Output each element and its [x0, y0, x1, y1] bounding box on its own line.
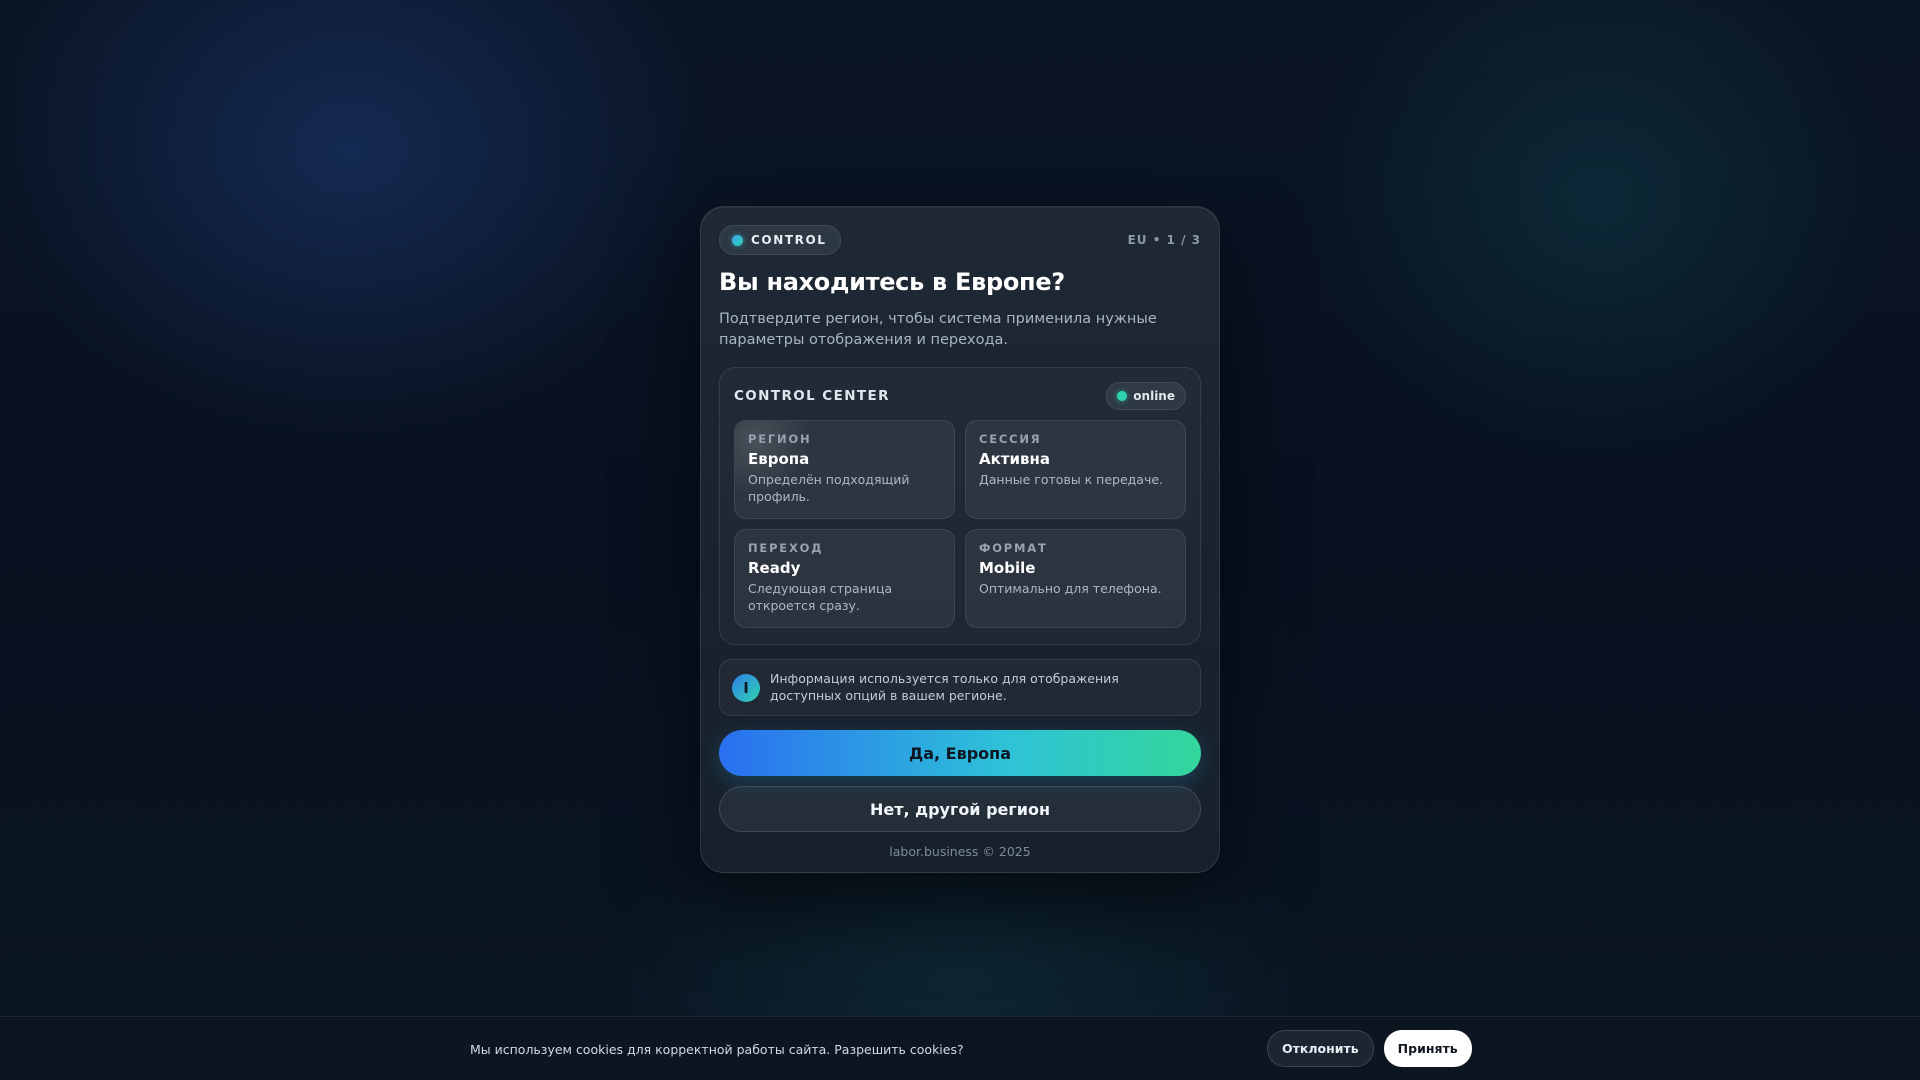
- tile-label: ФОРМАТ: [979, 541, 1048, 555]
- region-modal: CONTROL EU • 1 / 3 Вы находитесь в Европ…: [700, 206, 1220, 873]
- tile-transition: ПЕРЕХОД Ready Следующая страница откроет…: [734, 529, 955, 628]
- confirm-europe-button[interactable]: Да, Европа: [719, 730, 1201, 776]
- tile-value: Ready: [748, 559, 801, 577]
- tile-description: Оптимально для телефона.: [979, 581, 1162, 596]
- info-notice: I Информация используется только для ото…: [719, 659, 1201, 716]
- modal-title: Вы находитесь в Европе?: [719, 268, 1065, 296]
- cookie-accept-button[interactable]: Принять: [1383, 1030, 1472, 1067]
- tile-description: Следующая страница откроется сразу.: [748, 581, 893, 613]
- online-dot-icon: [1117, 391, 1128, 401]
- tile-description: Определён подходящий профиль.: [748, 472, 910, 504]
- panel-header: CONTROL CENTER online: [734, 382, 1186, 410]
- info-icon: I: [732, 673, 760, 702]
- info-text: Информация используется только для отобр…: [770, 671, 1119, 703]
- tile-value: Mobile: [979, 559, 1036, 577]
- online-status-label: online: [1133, 389, 1175, 403]
- control-badge-label: CONTROL: [751, 233, 827, 247]
- cookie-decline-button[interactable]: Отклонить: [1267, 1030, 1374, 1067]
- tile-region: РЕГИОН Европа Определён подходящий профи…: [734, 420, 955, 519]
- step-indicator: EU • 1 / 3: [1127, 233, 1201, 247]
- tile-value: Активна: [979, 450, 1050, 468]
- info-tiles-grid: РЕГИОН Европа Определён подходящий профи…: [734, 420, 1186, 628]
- tile-format: ФОРМАТ Mobile Оптимально для телефона.: [965, 529, 1186, 628]
- tile-label: ПЕРЕХОД: [748, 541, 824, 555]
- modal-header: CONTROL EU • 1 / 3: [719, 225, 1201, 255]
- online-status-badge: online: [1106, 382, 1186, 410]
- tile-label: РЕГИОН: [748, 432, 812, 446]
- control-center-panel: CONTROL CENTER online РЕГИОН Европа Опре…: [719, 367, 1201, 645]
- modal-footer: labor.business © 2025: [889, 844, 1031, 859]
- control-badge: CONTROL: [719, 225, 841, 255]
- tile-session: СЕССИЯ Активна Данные готовы к передаче.: [965, 420, 1186, 519]
- other-region-button[interactable]: Нет, другой регион: [719, 786, 1201, 832]
- cookie-actions: Отклонить Принять: [1267, 1030, 1472, 1067]
- status-dot-icon: [732, 234, 743, 246]
- cookie-text: Мы используем cookies для корректной раб…: [470, 1041, 964, 1057]
- cookie-banner: Мы используем cookies для корректной раб…: [0, 1016, 1920, 1080]
- panel-title: CONTROL CENTER: [734, 388, 890, 404]
- tile-description: Данные готовы к передаче.: [979, 472, 1164, 487]
- modal-subtitle: Подтвердите регион, чтобы система примен…: [719, 311, 1157, 348]
- tile-label: СЕССИЯ: [979, 432, 1042, 446]
- tile-value: Европа: [748, 450, 810, 468]
